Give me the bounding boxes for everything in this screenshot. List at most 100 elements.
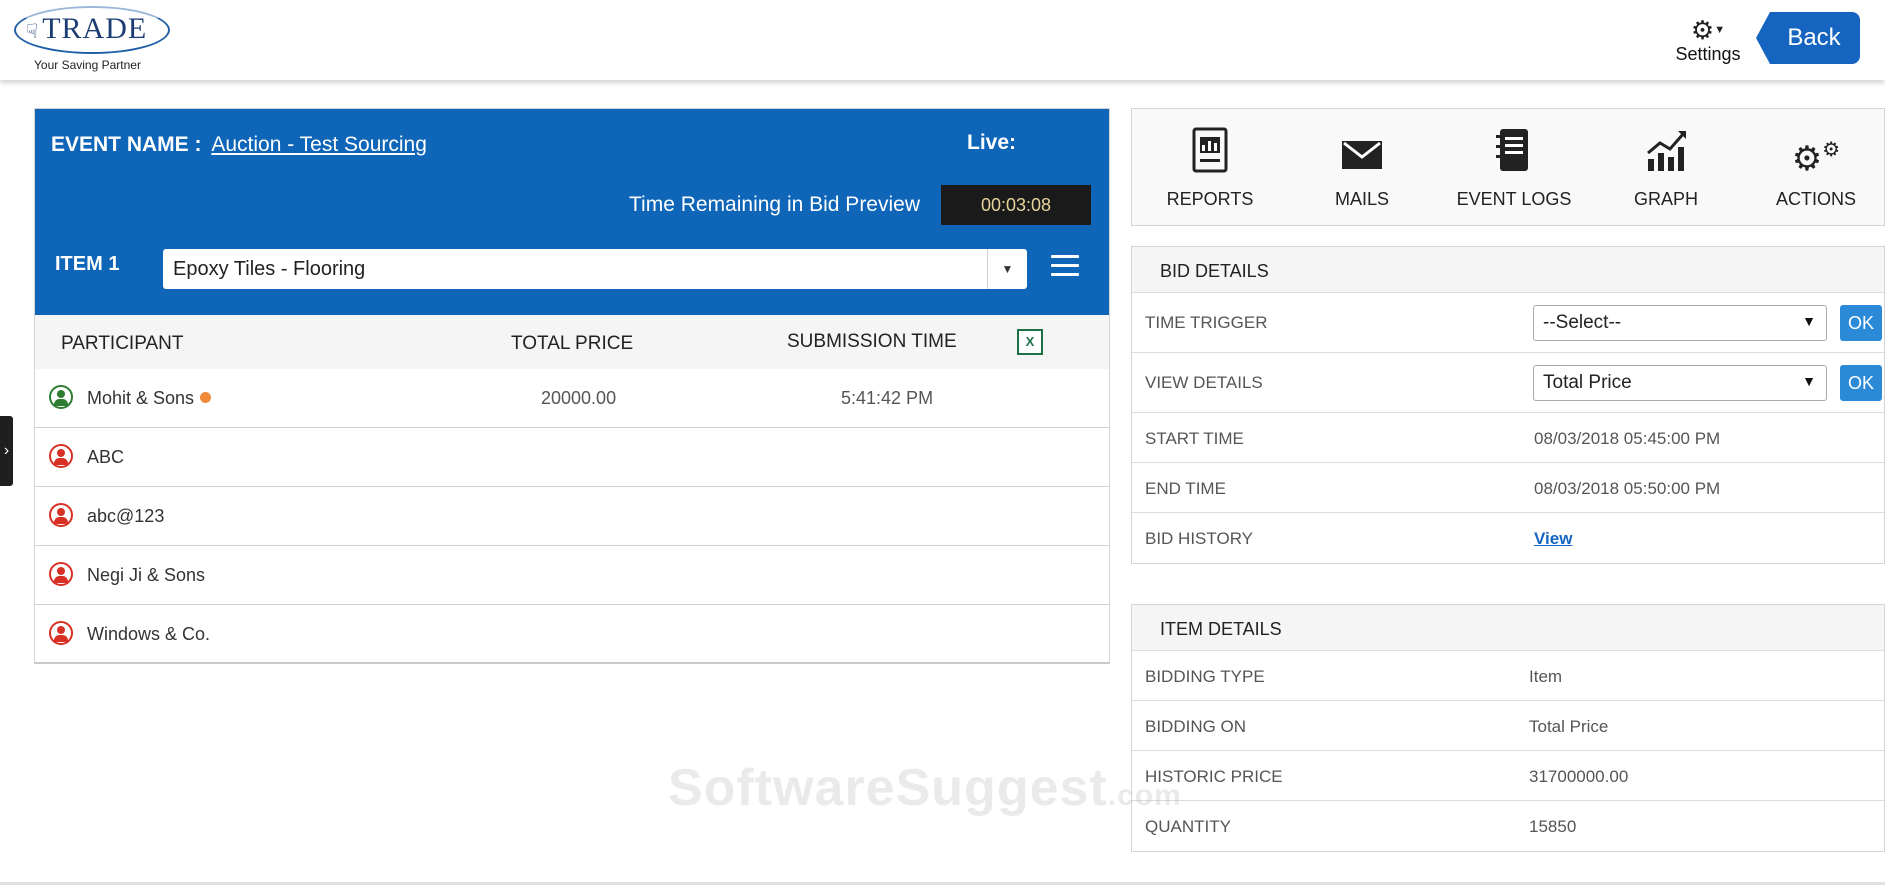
caret-down-icon: ▼ xyxy=(1714,24,1726,36)
watermark: SoftwareSuggest.com xyxy=(668,759,1182,817)
countdown-timer: 00:03:08 xyxy=(941,185,1091,225)
logo[interactable]: ☟ TRADE Your Saving Partner xyxy=(10,4,170,72)
settings-label: Settings xyxy=(1675,44,1741,64)
bid-history-view-link[interactable]: View xyxy=(1534,529,1572,549)
user-online-icon xyxy=(49,385,73,409)
start-time-row: START TIME 08/03/2018 05:45:00 PM xyxy=(1132,413,1884,463)
actions-label: ACTIONS xyxy=(1775,189,1856,209)
bidding-on-label: BIDDING ON xyxy=(1145,717,1247,736)
item-select[interactable]: Epoxy Tiles - Flooring ▼ xyxy=(163,249,1027,289)
user-offline-icon xyxy=(49,444,73,468)
app-header: ☟ TRADE Your Saving Partner ⚙▼ Settings B… xyxy=(0,0,1885,80)
event-bar: EVENT NAME : Auction - Test Sourcing Liv… xyxy=(35,109,1109,315)
bidding-type-row: BIDDING TYPE Item xyxy=(1132,651,1884,701)
brand-text: TRADE xyxy=(42,12,148,45)
settings-menu[interactable]: ⚙▼ Settings xyxy=(1670,16,1746,68)
time-trigger-label: TIME TRIGGER xyxy=(1145,313,1268,332)
table-row: Mohit & Sons 20000.00 5:41:42 PM xyxy=(35,369,1109,428)
item-details-panel: ITEM DETAILS BIDDING TYPE Item BIDDING O… xyxy=(1131,604,1885,852)
table-row: Negi Ji & Sons xyxy=(35,546,1109,605)
table-row: ABC xyxy=(35,428,1109,487)
item-details-title: ITEM DETAILS xyxy=(1132,605,1884,651)
participant-name: Windows & Co. xyxy=(87,624,211,644)
participant-name: Mohit & Sons xyxy=(87,388,212,409)
col-total-price: TOTAL PRICE xyxy=(511,333,634,354)
mails-button[interactable]: MAILS xyxy=(1292,127,1432,210)
caret-down-icon: ▼ xyxy=(1802,313,1816,329)
actions-button[interactable]: ⚙⚙ ACTIONS xyxy=(1746,127,1885,210)
reports-icon xyxy=(1140,127,1280,177)
table-row: Windows & Co. xyxy=(35,605,1109,664)
quantity-value: 15850 xyxy=(1529,817,1577,836)
menu-icon[interactable] xyxy=(1051,255,1079,279)
event-logs-icon xyxy=(1444,127,1584,177)
logo-brand: ☟ TRADE xyxy=(26,12,147,46)
event-logs-label: EVENT LOGS xyxy=(1456,189,1572,209)
user-offline-icon xyxy=(49,503,73,527)
quantity-label: QUANTITY xyxy=(1145,817,1231,836)
item-label: ITEM 1 xyxy=(55,253,120,275)
reports-button[interactable]: REPORTS xyxy=(1140,127,1280,210)
bidding-on-value: Total Price xyxy=(1529,717,1609,736)
bidding-type-value: Item xyxy=(1529,667,1563,686)
event-logs-button[interactable]: EVENT LOGS xyxy=(1444,127,1584,210)
graph-label: GRAPH xyxy=(1633,189,1698,209)
start-time-label: START TIME xyxy=(1145,429,1244,448)
logo-tagline: Your Saving Partner xyxy=(34,58,141,72)
time-trigger-value: --Select-- xyxy=(1543,312,1622,333)
end-time-label: END TIME xyxy=(1145,479,1226,498)
bid-history-row: BID HISTORY View xyxy=(1132,513,1884,563)
participant-price: 20000.00 xyxy=(541,388,617,408)
bid-details-panel: BID DETAILS TIME TRIGGER --Select-- ▼ OK… xyxy=(1131,246,1885,564)
start-time-value: 08/03/2018 05:45:00 PM xyxy=(1534,429,1721,448)
bidding-on-row: BIDDING ON Total Price xyxy=(1132,701,1884,751)
col-participant: PARTICIPANT xyxy=(61,333,184,354)
table-row: abc@123 xyxy=(35,487,1109,546)
time-trigger-select[interactable]: --Select-- ▼ xyxy=(1533,305,1827,341)
item-select-value: Epoxy Tiles - Flooring xyxy=(173,258,366,280)
end-time-row: END TIME 08/03/2018 05:50:00 PM xyxy=(1132,463,1884,513)
caret-down-icon[interactable]: ▼ xyxy=(987,249,1027,289)
mails-label: MAILS xyxy=(1334,189,1390,209)
live-label: Live: xyxy=(967,131,1017,154)
view-details-row: VIEW DETAILS Total Price ▼ OK xyxy=(1132,353,1884,413)
excel-export-icon[interactable]: X xyxy=(1017,329,1043,355)
bidding-type-label: BIDDING TYPE xyxy=(1145,667,1265,686)
chevron-right-icon[interactable]: › xyxy=(0,416,13,486)
participant-submission-time: 5:41:42 PM xyxy=(841,388,934,408)
end-time-value: 08/03/2018 05:50:00 PM xyxy=(1534,479,1721,498)
time-remaining-label: Time Remaining in Bid Preview xyxy=(629,193,920,216)
col-submission-time: SUBMISSION TIME xyxy=(787,331,957,352)
user-offline-icon xyxy=(49,562,73,586)
view-details-ok-button[interactable]: OK xyxy=(1840,365,1882,401)
mail-icon xyxy=(1292,127,1432,177)
event-name-link[interactable]: Auction - Test Sourcing xyxy=(211,133,427,156)
view-details-value: Total Price xyxy=(1543,372,1632,393)
gear-icon: ⚙▼ xyxy=(1690,15,1726,45)
participants-table-header: PARTICIPANT TOTAL PRICE SUBMISSION TIME … xyxy=(35,315,1109,369)
view-details-label: VIEW DETAILS xyxy=(1145,373,1263,392)
view-details-select[interactable]: Total Price ▼ xyxy=(1533,365,1827,401)
historic-price-row: HISTORIC PRICE 31700000.00 xyxy=(1132,751,1884,801)
participant-name: Negi Ji & Sons xyxy=(87,565,206,585)
caret-down-icon: ▼ xyxy=(1802,373,1816,389)
user-offline-icon xyxy=(49,621,73,645)
graph-button[interactable]: GRAPH xyxy=(1596,127,1736,210)
historic-price-value: 31700000.00 xyxy=(1529,767,1629,786)
quantity-row: QUANTITY 15850 xyxy=(1132,801,1884,851)
bid-history-label: BID HISTORY xyxy=(1145,529,1254,548)
event-name-label: EVENT NAME : xyxy=(51,133,202,156)
hand-icon: ☟ xyxy=(26,21,40,43)
back-button[interactable]: Back xyxy=(1756,12,1860,64)
time-trigger-row: TIME TRIGGER --Select-- ▼ OK xyxy=(1132,293,1884,353)
time-trigger-ok-button[interactable]: OK xyxy=(1840,305,1882,341)
participant-name: ABC xyxy=(87,447,125,467)
action-toolbar: REPORTS MAILS EVENT LOGS GRAPH ⚙⚙ ACTION… xyxy=(1131,108,1885,226)
event-panel: EVENT NAME : Auction - Test Sourcing Liv… xyxy=(34,108,1110,664)
graph-icon xyxy=(1596,127,1736,177)
event-name: EVENT NAME : Auction - Test Sourcing xyxy=(51,133,427,157)
gears-icon: ⚙⚙ xyxy=(1791,139,1841,178)
reports-label: REPORTS xyxy=(1166,189,1254,209)
status-dot xyxy=(200,392,212,403)
bid-details-title: BID DETAILS xyxy=(1132,247,1884,293)
